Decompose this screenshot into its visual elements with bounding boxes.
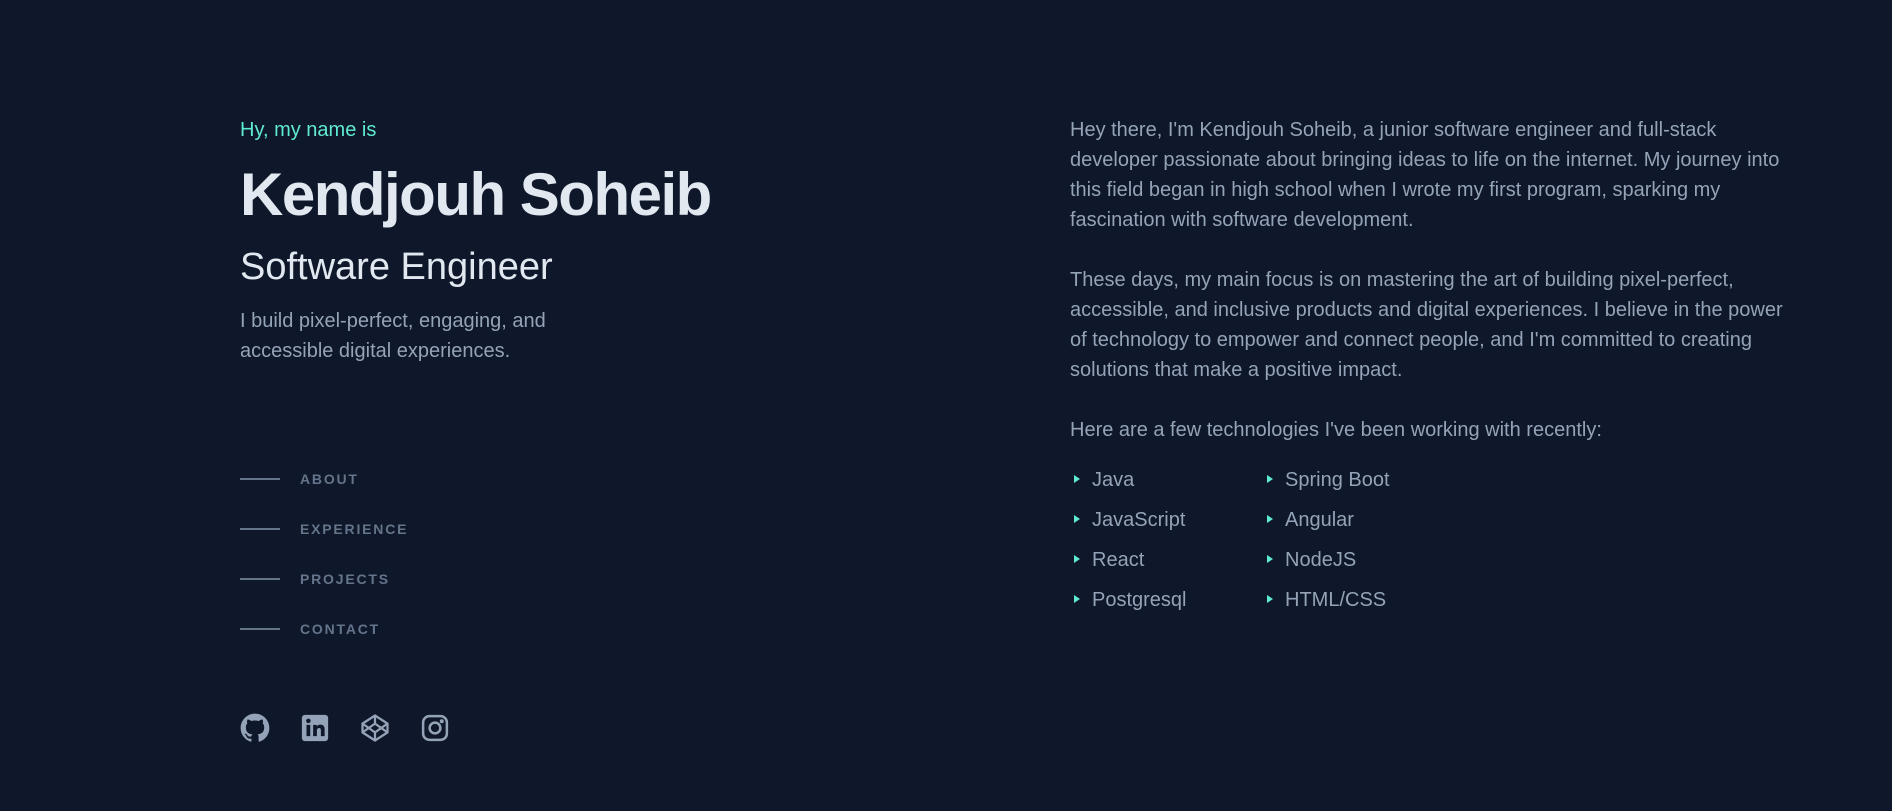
triangle-bullet-icon xyxy=(1267,595,1273,603)
list-item: Spring Boot xyxy=(1263,465,1463,495)
nav-label: CONTACT xyxy=(300,621,380,637)
list-item: JavaScript xyxy=(1070,505,1263,535)
technology-list: Java Spring Boot JavaScript Angular Reac… xyxy=(1070,465,1790,615)
about-paragraph: Hey there, I'm Kendjouh Soheib, a junior… xyxy=(1070,119,1780,231)
nav-label: PROJECTS xyxy=(300,571,390,587)
list-item: Postgresql xyxy=(1070,585,1263,615)
tagline-text: I build pixel-perfect, engaging, and acc… xyxy=(240,310,546,362)
linkedin-icon[interactable] xyxy=(300,713,330,743)
about-paragraph: These days, my main focus is on masterin… xyxy=(1070,269,1783,381)
codepen-icon[interactable] xyxy=(360,713,390,743)
technology-label: HTML/CSS xyxy=(1285,589,1387,611)
greeting-text: Hy, my name is xyxy=(240,119,377,141)
triangle-bullet-icon xyxy=(1074,475,1080,483)
github-icon[interactable] xyxy=(240,713,270,743)
list-item: Angular xyxy=(1263,505,1463,535)
technology-label: React xyxy=(1092,549,1145,571)
nav-indicator-line xyxy=(240,578,280,580)
nav-indicator-line xyxy=(240,478,280,480)
nav-indicator-line xyxy=(240,528,280,530)
triangle-bullet-icon xyxy=(1074,555,1080,563)
technology-label: Angular xyxy=(1285,509,1354,531)
intro-column: Hy, my name is Kendjouh Soheib Software … xyxy=(240,0,800,811)
triangle-bullet-icon xyxy=(1267,555,1273,563)
technology-label: JavaScript xyxy=(1092,509,1186,531)
list-item: Java xyxy=(1070,465,1263,495)
nav-indicator-line xyxy=(240,628,280,630)
social-links xyxy=(240,713,450,743)
nav-item-projects[interactable]: PROJECTS xyxy=(240,554,408,604)
nav-label: ABOUT xyxy=(300,471,359,487)
nav-item-about[interactable]: ABOUT xyxy=(240,454,408,504)
list-item: React xyxy=(1070,545,1263,575)
triangle-bullet-icon xyxy=(1267,475,1273,483)
technology-label: NodeJS xyxy=(1285,549,1357,571)
triangle-bullet-icon xyxy=(1074,595,1080,603)
tech-intro-text: Here are a few technologies I've been wo… xyxy=(1070,419,1602,441)
section-nav: ABOUT EXPERIENCE PROJECTS CONTACT xyxy=(240,454,408,654)
nav-item-contact[interactable]: CONTACT xyxy=(240,604,408,654)
name-heading: Kendjouh Soheib xyxy=(240,161,712,228)
portfolio-page: Hy, my name is Kendjouh Soheib Software … xyxy=(0,0,1892,811)
nav-item-experience[interactable]: EXPERIENCE xyxy=(240,504,408,554)
list-item: NodeJS xyxy=(1263,545,1463,575)
technology-label: Java xyxy=(1092,469,1135,491)
about-section: Hey there, I'm Kendjouh Soheib, a junior… xyxy=(1070,115,1790,615)
role-subheading: Software Engineer xyxy=(240,246,553,288)
instagram-icon[interactable] xyxy=(420,713,450,743)
technology-label: Postgresql xyxy=(1092,589,1187,611)
technology-label: Spring Boot xyxy=(1285,469,1390,491)
list-item: HTML/CSS xyxy=(1263,585,1463,615)
triangle-bullet-icon xyxy=(1074,515,1080,523)
nav-label: EXPERIENCE xyxy=(300,521,409,537)
triangle-bullet-icon xyxy=(1267,515,1273,523)
